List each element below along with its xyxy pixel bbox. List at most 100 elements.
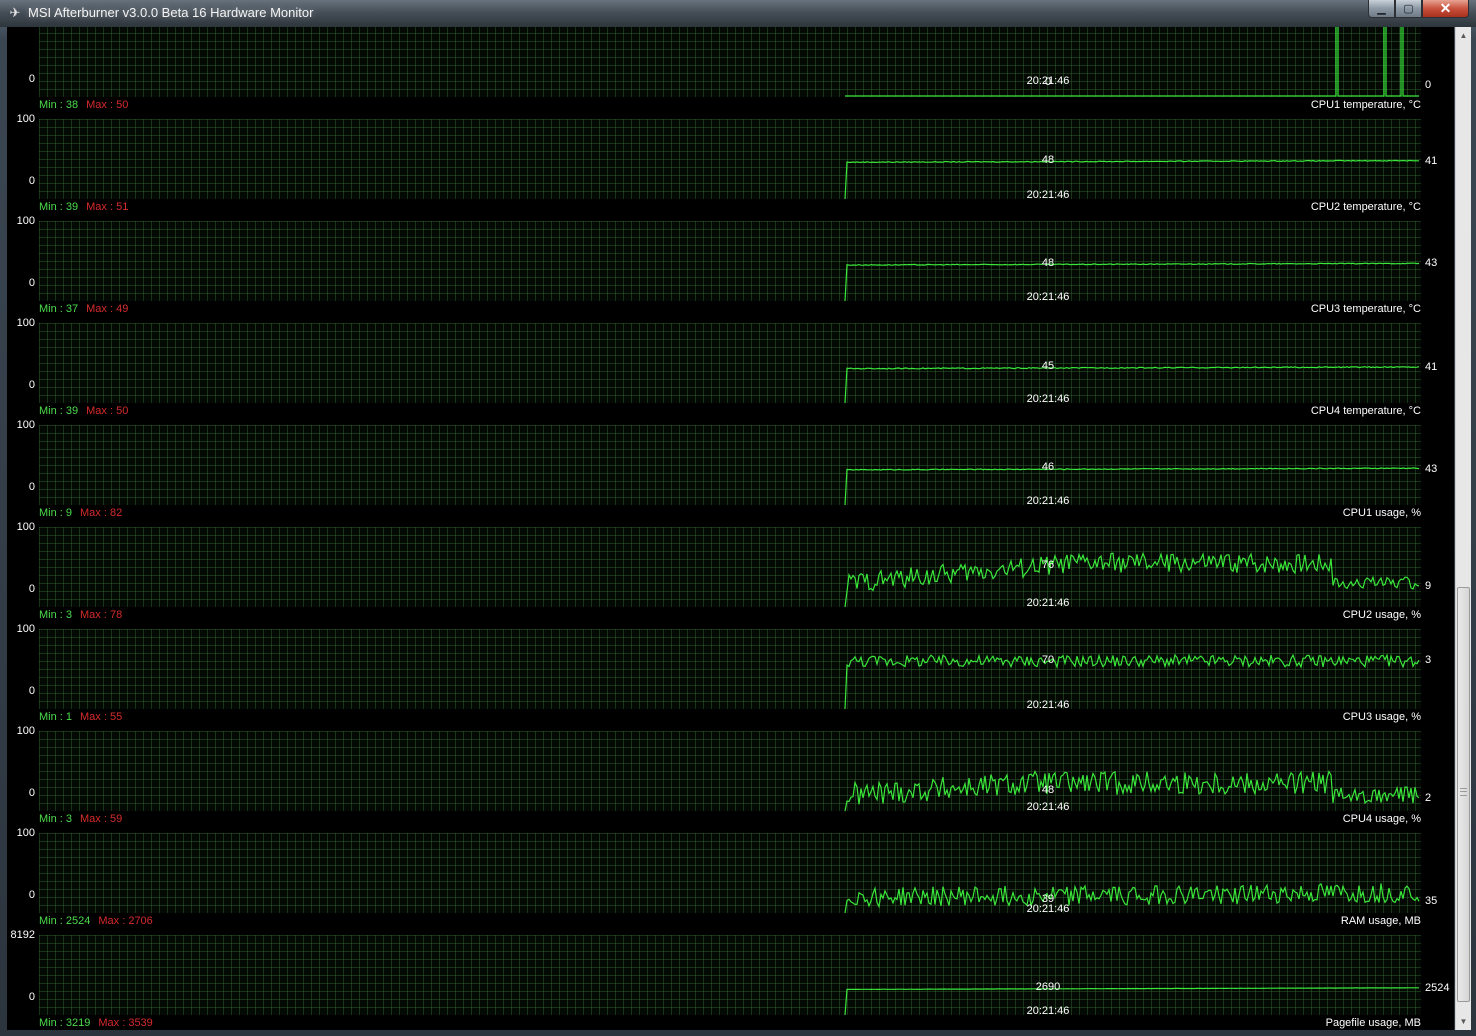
graph-y-min: 0 <box>28 481 35 493</box>
close-button[interactable]: ✕ <box>1422 0 1469 18</box>
graph-peak-value: 76 <box>1041 558 1055 571</box>
graph-y-max: 100 <box>16 419 35 431</box>
graph-line <box>844 467 1420 506</box>
graph-y-min: 0 <box>28 583 35 595</box>
graph-min-max: Min : 37 Max : 49 <box>39 303 128 315</box>
vertical-scrollbar[interactable]: ▲ ▼ <box>1455 27 1471 1030</box>
graph-max-label: Max : 55 <box>80 711 123 723</box>
graph-timestamp: 20:21:46 <box>1026 495 1070 507</box>
graph-plot[interactable] <box>39 27 1421 97</box>
graph-y-min: 0 <box>28 379 35 391</box>
graph-plot[interactable] <box>39 425 1421 506</box>
graph-name: CPU1 usage, % <box>1342 507 1421 519</box>
graph-timestamp: 20:21:46 <box>1026 393 1070 405</box>
graph-panel-ram[interactable]: 2690 8192 0 2524 20:21:46 Min : 3219 Max : 353… <box>7 929 1454 1030</box>
graph-plot[interactable] <box>39 629 1421 710</box>
graph-name: CPU4 usage, % <box>1342 813 1421 825</box>
graph-min-label: Min : 2524 <box>39 915 91 927</box>
minimize-button[interactable]: ▁ <box>1368 0 1395 18</box>
graph-panel-cpu2usage[interactable]: 70 100 0 3 20:21:46 Min : 1 Max : 55 CPU3 usage… <box>7 623 1454 729</box>
graph-line <box>844 262 1420 302</box>
graph-canvas <box>844 467 1420 506</box>
graph-min-max: Min : 39 Max : 51 <box>39 201 128 213</box>
graph-name: CPU2 usage, % <box>1342 609 1421 621</box>
graph-current-value: 35 <box>1425 895 1438 907</box>
graph-line <box>844 551 1420 608</box>
graph-current-value: 41 <box>1425 154 1438 167</box>
graph-canvas <box>844 987 1419 1016</box>
graph-plot[interactable] <box>39 527 1421 608</box>
graph-y-max: 100 <box>16 215 35 227</box>
graph-max-label: Max : 59 <box>80 813 123 825</box>
graph-line <box>844 882 1420 914</box>
graph-min-label: Min : 1 <box>39 711 73 723</box>
graph-timestamp: 20:21:46 <box>1026 801 1070 813</box>
graph-plot[interactable] <box>39 323 1421 404</box>
scroll-up-arrow-icon[interactable]: ▲ <box>1456 27 1471 44</box>
graph-y-max: 100 <box>16 521 35 533</box>
graph-max-label: Max : 49 <box>86 303 129 315</box>
graph-panel-cpu3temp[interactable]: 45 100 0 41 20:21:46 Min : 39 Max : 50 CPU4 tem… <box>7 317 1454 423</box>
graph-line <box>844 365 1420 404</box>
graph-canvas <box>844 653 1420 710</box>
graph-canvas <box>844 882 1420 914</box>
graph-min-label: Min : 37 <box>39 303 79 315</box>
graph-panel-cpu1temp[interactable]: 48 100 0 41 20:21:46 Min : 39 Max : 51 CPU2 tem… <box>7 113 1454 219</box>
graph-plot[interactable] <box>39 221 1421 302</box>
graph-peak-value: 48 <box>1041 783 1055 796</box>
graph-min-label: Min : 9 <box>39 507 73 519</box>
graph-line <box>844 769 1420 812</box>
graph-min-label: Min : 3 <box>39 609 73 621</box>
graph-current-value: 2524 <box>1425 981 1450 994</box>
graph-peak-value: 45 <box>1041 359 1055 372</box>
title-bar[interactable]: ✈ MSI Afterburner v3.0.0 Beta 16 Hardwar… <box>0 0 1476 27</box>
graph-line <box>844 653 1420 710</box>
graph-panel-top[interactable]: 0 0 0 20:21:46 Min : 38 Max : 50 CPU1 temperat… <box>7 27 1454 117</box>
graph-canvas <box>844 262 1420 302</box>
graph-timestamp: 20:21:46 <box>1026 189 1070 201</box>
graph-peak-value: 70 <box>1041 654 1055 667</box>
graph-panel-cpu4temp[interactable]: 46 100 0 43 20:21:46 Min : 9 Max : 82 CPU1 usag… <box>7 419 1454 525</box>
graph-plot[interactable] <box>39 119 1421 200</box>
afterburner-app-icon[interactable]: ✈ <box>8 6 22 20</box>
graph-min-max: Min : 39 Max : 50 <box>39 405 128 417</box>
graph-plot[interactable] <box>39 935 1421 1016</box>
graphs-area[interactable]: 0 0 0 20:21:46 Min : 38 Max : 50 CPU1 temperat… <box>7 27 1454 1030</box>
graph-min-label: Min : 39 <box>39 201 79 213</box>
graph-peak-value: 2690 <box>1035 980 1061 993</box>
graph-name: RAM usage, MB <box>1340 915 1421 927</box>
graph-min-max: Min : 3 Max : 59 <box>39 813 122 825</box>
graph-min-max: Min : 3 Max : 78 <box>39 609 122 621</box>
graph-panel-cpu2temp[interactable]: 48 100 0 43 20:21:46 Min : 37 Max : 49 CPU3 tem… <box>7 215 1454 321</box>
graph-timestamp: 20:21:46 <box>1026 1005 1070 1017</box>
graph-y-min: 0 <box>28 73 35 85</box>
graph-min-max: Min : 9 Max : 82 <box>39 507 122 519</box>
graph-peak-value: 48 <box>1041 256 1055 269</box>
graph-y-min: 0 <box>28 991 35 1003</box>
graph-name: Pagefile usage, MB <box>1325 1017 1421 1029</box>
graph-min-label: Min : 3219 <box>39 1017 91 1029</box>
graph-panel-cpu3usage[interactable]: 48 100 0 2 20:21:46 Min : 3 Max : 59 CPU4 usage… <box>7 725 1454 831</box>
graph-y-max: 100 <box>16 827 35 839</box>
graph-min-label: Min : 39 <box>39 405 79 417</box>
graph-panel-cpu1usage[interactable]: 76 100 0 9 20:21:46 Min : 3 Max : 78 CPU2 usage… <box>7 521 1454 627</box>
graph-plot[interactable] <box>39 731 1421 812</box>
graph-canvas <box>844 769 1420 812</box>
graph-timestamp: 20:21:46 <box>1026 597 1070 609</box>
graph-max-label: Max : 78 <box>80 609 123 621</box>
graph-max-label: Max : 2706 <box>98 915 153 927</box>
graph-min-max: Min : 3219 Max : 3539 <box>39 1017 153 1029</box>
graph-name: CPU1 temperature, °C <box>1310 99 1421 111</box>
graph-y-max: 100 <box>16 725 35 737</box>
minimize-icon: ▁ <box>1377 3 1386 15</box>
graph-plot[interactable] <box>39 833 1421 914</box>
graph-current-value: 43 <box>1425 462 1438 475</box>
scroll-thumb[interactable] <box>1457 587 1470 1002</box>
graph-min-label: Min : 3 <box>39 813 73 825</box>
graph-min-label: Min : 38 <box>39 99 79 111</box>
maximize-button[interactable]: ▢ <box>1395 0 1422 18</box>
graph-current-value: 3 <box>1425 654 1432 667</box>
scroll-down-arrow-icon[interactable]: ▼ <box>1456 1013 1471 1030</box>
graph-panel-cpu4usage[interactable]: 39 100 0 35 20:21:46 Min : 2524 Max : 2706 RAM … <box>7 827 1454 933</box>
graph-y-max: 100 <box>16 317 35 329</box>
